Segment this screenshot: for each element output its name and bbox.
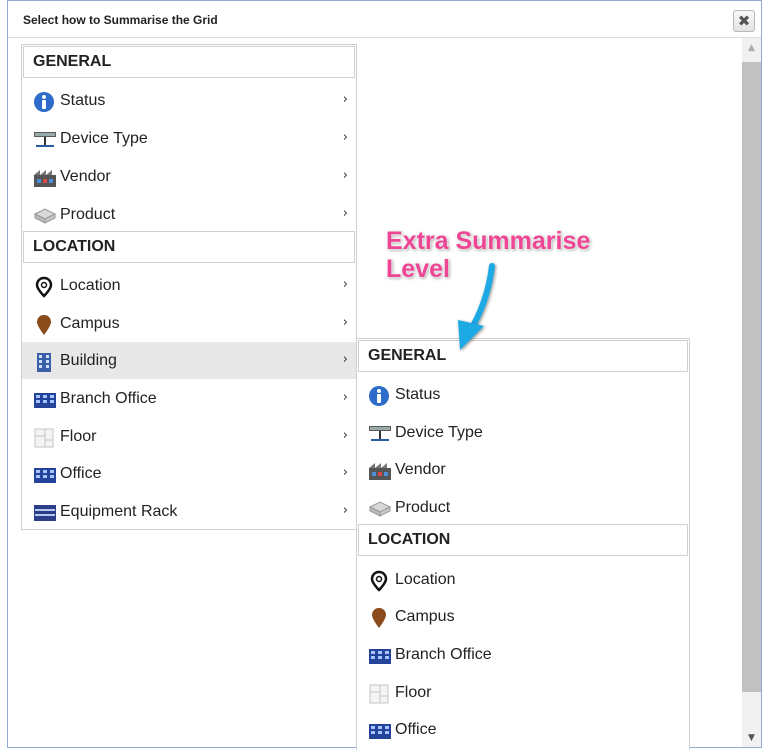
summarise-menu-level-2: GENERAL Status Device Type Vendor Produc… <box>356 338 690 750</box>
menu-item-building[interactable]: Building › <box>22 342 356 379</box>
annotation-callout: Extra Summarise Level <box>386 227 646 283</box>
dialog-titlebar: Select how to Summarise the Grid ✖ <box>8 1 761 38</box>
device-type-icon <box>33 129 56 151</box>
chevron-right-icon: › <box>342 352 348 367</box>
submenu-item-label: Product <box>395 499 451 516</box>
chevron-right-icon: › <box>342 390 348 405</box>
chevron-right-icon: › <box>342 206 348 221</box>
menu-item-label: Campus <box>60 315 120 332</box>
submenu-item-status[interactable]: Status <box>357 376 689 413</box>
menu-item-label: Equipment Rack <box>60 503 178 520</box>
scroll-up-arrow-icon[interactable]: ▲ <box>742 38 761 58</box>
floor-icon <box>368 683 390 705</box>
menu-item-product[interactable]: Product › <box>22 196 356 233</box>
submenu-item-device-type[interactable]: Device Type <box>357 414 689 451</box>
info-icon <box>368 385 390 407</box>
menu-item-office[interactable]: Office › <box>22 455 356 492</box>
menu-item-label: Device Type <box>60 130 148 147</box>
submenu-item-label: Floor <box>395 684 432 701</box>
menu-item-status[interactable]: Status › <box>22 82 356 119</box>
submenu-item-label: Office <box>395 721 437 738</box>
menu-item-location[interactable]: Location › <box>22 267 356 304</box>
annotation-arrow-icon <box>458 263 495 350</box>
menu-item-label: Location <box>60 277 121 294</box>
menu-item-label: Floor <box>60 428 97 445</box>
device-type-icon <box>368 423 391 445</box>
chevron-right-icon: › <box>342 465 348 480</box>
menu-item-label: Status <box>60 92 106 109</box>
submenu-item-vendor[interactable]: Vendor <box>357 451 689 488</box>
submenu-item-product[interactable]: Product <box>357 489 689 526</box>
menu-item-floor[interactable]: Floor › <box>22 418 356 455</box>
submenu-item-label: Vendor <box>395 461 446 478</box>
submenu-item-office[interactable]: Office <box>357 711 689 748</box>
close-icon: ✖ <box>737 12 751 30</box>
annotation-line-1: Extra Summarise <box>386 227 591 255</box>
chevron-right-icon: › <box>342 503 348 518</box>
submenu-item-label: Status <box>395 386 441 403</box>
office-icon <box>33 464 56 486</box>
menu-item-label: Building <box>60 352 117 369</box>
chevron-right-icon: › <box>342 130 348 145</box>
vendor-icon <box>368 460 391 482</box>
location-pin-icon <box>368 570 390 592</box>
info-icon <box>33 91 55 113</box>
menu-item-campus[interactable]: Campus › <box>22 305 356 342</box>
product-icon <box>368 498 392 520</box>
submenu-header-general: GENERAL <box>358 340 688 372</box>
campus-pin-icon <box>368 607 390 629</box>
submenu-header-location: LOCATION <box>358 524 688 556</box>
submenu-item-label: Branch Office <box>395 646 492 663</box>
chevron-right-icon: › <box>342 315 348 330</box>
menu-item-branch-office[interactable]: Branch Office › <box>22 380 356 417</box>
product-icon <box>33 205 57 227</box>
menu-item-label: Branch Office <box>60 390 157 407</box>
submenu-item-floor[interactable]: Floor <box>357 674 689 711</box>
submenu-item-branch-office[interactable]: Branch Office <box>357 636 689 673</box>
branch-office-icon <box>33 389 56 411</box>
menu-item-label: Office <box>60 465 102 482</box>
dialog-title: Select how to Summarise the Grid <box>23 13 218 27</box>
menu-header-general: GENERAL <box>23 46 355 78</box>
close-button[interactable]: ✖ <box>733 10 755 32</box>
menu-item-label: Product <box>60 206 116 223</box>
submenu-item-label: Campus <box>395 608 455 625</box>
vendor-icon <box>33 167 56 189</box>
submenu-item-label: Location <box>395 571 456 588</box>
menu-item-vendor[interactable]: Vendor › <box>22 158 356 195</box>
floor-icon <box>33 427 55 449</box>
annotation-line-2: Level <box>386 255 450 283</box>
menu-item-device-type[interactable]: Device Type › <box>22 120 356 157</box>
submenu-item-campus[interactable]: Campus <box>357 598 689 635</box>
office-icon <box>368 720 391 742</box>
location-pin-icon <box>33 276 55 298</box>
scroll-down-arrow-icon[interactable]: ▼ <box>742 728 761 747</box>
submenu-item-location[interactable]: Location <box>357 561 689 598</box>
chevron-right-icon: › <box>342 277 348 292</box>
equipment-rack-icon <box>33 502 56 524</box>
chevron-right-icon: › <box>342 92 348 107</box>
campus-pin-icon <box>33 314 55 336</box>
vertical-scrollbar[interactable]: ▲ ▼ <box>742 38 761 747</box>
menu-item-label: Vendor <box>60 168 111 185</box>
menu-header-location: LOCATION <box>23 231 355 263</box>
chevron-right-icon: › <box>342 168 348 183</box>
scrollbar-thumb[interactable] <box>742 62 761 692</box>
submenu-item-label: Device Type <box>395 424 483 441</box>
chevron-right-icon: › <box>342 428 348 443</box>
summarise-menu-level-1: GENERAL Status › Device Type › Vendor › … <box>21 44 357 530</box>
branch-office-icon <box>368 645 391 667</box>
building-icon <box>33 351 55 373</box>
menu-item-equipment-rack[interactable]: Equipment Rack › <box>22 493 356 530</box>
